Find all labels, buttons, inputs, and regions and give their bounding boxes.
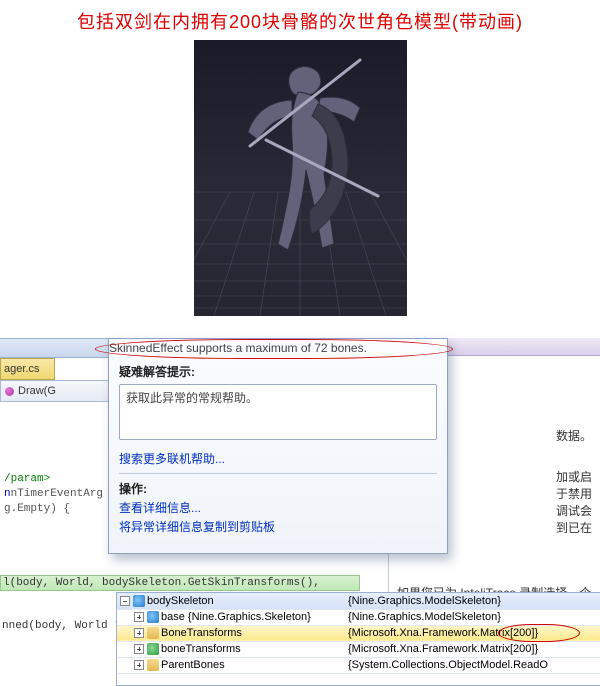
expand-icon[interactable]: [134, 660, 144, 670]
highlighted-code-line[interactable]: l(body, World, bodySkeleton.GetSkinTrans…: [0, 575, 360, 591]
operations-heading: 操作:: [119, 480, 437, 497]
view-details-link[interactable]: 查看详细信息...: [119, 499, 437, 516]
watch-row[interactable]: base {Nine.Graphics.Skeleton} {Nine.Graph…: [117, 609, 600, 625]
code-editor[interactable]: /param> nnTimerEventArg g.Empty) {: [0, 402, 105, 682]
watch-row[interactable]: boneTransforms {Microsoft.Xna.Framework.M…: [117, 641, 600, 657]
divider: [119, 473, 437, 474]
troubleshoot-heading: 疑难解答提示:: [119, 363, 437, 380]
exception-popup: SkinnedEffect supports a maximum of 72 b…: [108, 338, 448, 554]
expand-icon[interactable]: [134, 612, 144, 622]
character-silhouette: [194, 40, 407, 316]
watch-value: {Nine.Graphics.ModelSkeleton}: [345, 609, 600, 625]
code-line: nnTimerEventArg: [4, 487, 101, 502]
watch-name: boneTransforms: [161, 643, 241, 655]
copy-exception-link[interactable]: 将异常详细信息复制到剪贴板: [119, 518, 437, 535]
method-nav[interactable]: Draw(G: [0, 380, 110, 402]
method-name: Draw(G: [18, 385, 56, 397]
page-title: 包括双剑在内拥有200块骨骼的次世角色模型(带动画): [0, 0, 600, 36]
wand-icon: [133, 595, 145, 607]
watch-name: bodySkeleton: [147, 595, 214, 607]
wand-icon: [147, 611, 159, 623]
folder-icon: [147, 627, 159, 639]
watch-row[interactable]: BoneTransforms {Microsoft.Xna.Framework.M…: [117, 625, 600, 641]
watch-row[interactable]: bodySkeleton {Nine.Graphics.ModelSkeleton…: [117, 593, 600, 609]
folder-icon: [147, 659, 159, 671]
code-line: /param>: [4, 472, 101, 487]
watch-row[interactable]: ParentBones {System.Collections.ObjectMod…: [117, 657, 600, 673]
expand-icon[interactable]: [134, 628, 144, 638]
ide-area: ager.cs Draw(G /param> nnTimerEventArg g…: [0, 338, 600, 686]
watch-panel[interactable]: bodySkeleton {Nine.Graphics.ModelSkeleton…: [116, 592, 600, 686]
exception-help-textbox[interactable]: 获取此异常的常规帮助。: [119, 384, 437, 440]
annotation-circle: [95, 339, 453, 359]
watch-name: base {Nine.Graphics.Skeleton}: [161, 611, 311, 623]
watch-table: bodySkeleton {Nine.Graphics.ModelSkeleton…: [117, 593, 600, 674]
model-viewport[interactable]: [194, 40, 407, 316]
watch-value: {System.Collections.ObjectModel.ReadO: [345, 657, 600, 673]
watch-name: ParentBones: [161, 659, 225, 671]
model-viewport-wrap: [0, 40, 600, 319]
expand-icon[interactable]: [134, 644, 144, 654]
field-icon: [147, 643, 159, 655]
method-icon: [5, 387, 14, 396]
expand-icon[interactable]: [120, 596, 130, 606]
code-line: g.Empty) {: [4, 502, 101, 517]
search-online-link[interactable]: 搜索更多联机帮助...: [119, 450, 437, 467]
watch-value: {Nine.Graphics.ModelSkeleton}: [345, 593, 600, 609]
file-tab[interactable]: ager.cs: [0, 358, 55, 380]
watch-value: {Microsoft.Xna.Framework.Matrix[200]}: [345, 641, 600, 657]
watch-name: BoneTransforms: [161, 627, 242, 639]
watch-value: {Microsoft.Xna.Framework.Matrix[200]}: [345, 625, 600, 641]
